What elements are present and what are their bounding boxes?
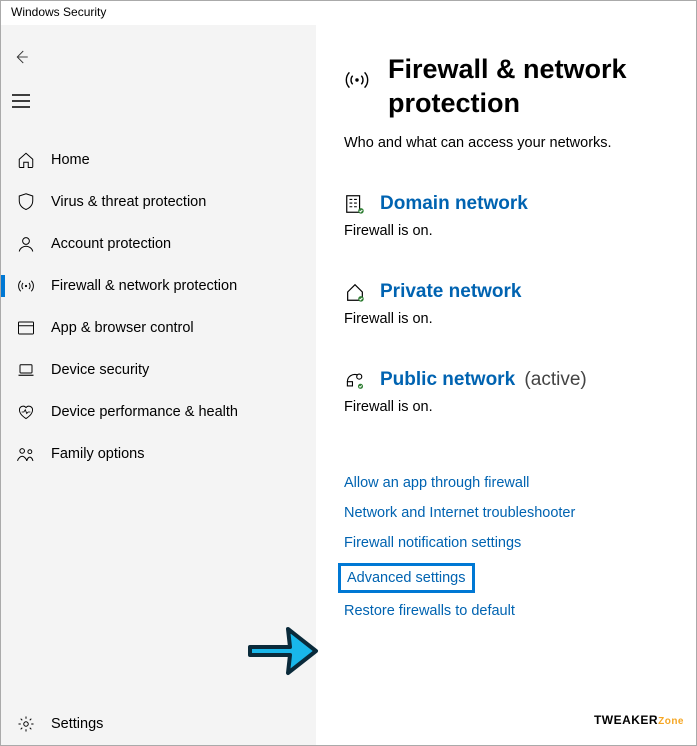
- sidebar-item-appbrowser[interactable]: App & browser control: [1, 307, 316, 349]
- home-icon: [15, 149, 37, 171]
- network-domain[interactable]: Domain network Firewall is on.: [344, 193, 676, 239]
- link-restore-defaults[interactable]: Restore firewalls to default: [344, 603, 515, 619]
- domain-network-icon: [344, 193, 366, 215]
- network-status: Firewall is on.: [344, 399, 676, 415]
- antenna-icon: [15, 275, 37, 297]
- sidebar-item-account[interactable]: Account protection: [1, 223, 316, 265]
- hamburger-icon: [12, 94, 30, 108]
- sidebar-item-label: Account protection: [51, 236, 171, 252]
- sidebar: Home Virus & threat protection Account p…: [1, 25, 316, 745]
- sidebar-item-label: App & browser control: [51, 320, 194, 336]
- family-icon: [15, 443, 37, 465]
- back-button[interactable]: [1, 39, 41, 75]
- link-notification-settings[interactable]: Firewall notification settings: [344, 535, 521, 551]
- network-active-suffix: (active): [519, 369, 587, 390]
- watermark-b: Zone: [658, 716, 684, 727]
- network-title: Domain network: [380, 193, 528, 215]
- private-network-icon: [344, 281, 366, 303]
- links-section: Allow an app through firewall Network an…: [344, 475, 676, 619]
- main-panel: Firewall & network protection Who and wh…: [316, 25, 696, 745]
- sidebar-item-label: Virus & threat protection: [51, 194, 206, 210]
- sidebar-item-device-security[interactable]: Device security: [1, 349, 316, 391]
- watermark-a: TWEAKER: [594, 713, 658, 727]
- link-advanced-settings[interactable]: Advanced settings: [338, 563, 475, 593]
- laptop-icon: [15, 359, 37, 381]
- link-troubleshooter[interactable]: Network and Internet troubleshooter: [344, 505, 575, 521]
- link-allow-app[interactable]: Allow an app through firewall: [344, 475, 529, 491]
- sidebar-item-firewall[interactable]: Firewall & network protection: [1, 265, 316, 307]
- back-arrow-icon: [12, 48, 30, 66]
- network-title: Private network: [380, 281, 522, 303]
- sidebar-item-virus[interactable]: Virus & threat protection: [1, 181, 316, 223]
- sidebar-item-label: Family options: [51, 446, 144, 462]
- network-public[interactable]: Public network (active) Firewall is on.: [344, 369, 676, 415]
- heart-icon: [15, 401, 37, 423]
- network-status: Firewall is on.: [344, 311, 676, 327]
- network-title: Public network: [380, 369, 515, 390]
- antenna-large-icon: [344, 67, 370, 93]
- sidebar-item-home[interactable]: Home: [1, 139, 316, 181]
- sidebar-item-label: Home: [51, 152, 90, 168]
- sidebar-item-label: Device security: [51, 362, 149, 378]
- sidebar-item-label: Firewall & network protection: [51, 278, 237, 294]
- page-description: Who and what can access your networks.: [344, 135, 676, 151]
- browser-icon: [15, 317, 37, 339]
- window-title: Windows Security: [1, 1, 696, 25]
- sidebar-item-performance[interactable]: Device performance & health: [1, 391, 316, 433]
- hamburger-menu-button[interactable]: [1, 81, 41, 121]
- nav-list: Home Virus & threat protection Account p…: [1, 139, 316, 703]
- network-status: Firewall is on.: [344, 223, 676, 239]
- public-network-icon: [344, 369, 366, 391]
- sidebar-item-family[interactable]: Family options: [1, 433, 316, 475]
- watermark: TWEAKERZone: [594, 713, 684, 727]
- sidebar-item-label: Device performance & health: [51, 404, 238, 420]
- network-private[interactable]: Private network Firewall is on.: [344, 281, 676, 327]
- person-icon: [15, 233, 37, 255]
- sidebar-item-label: Settings: [51, 716, 103, 732]
- page-title: Firewall & network protection: [388, 53, 676, 121]
- shield-icon: [15, 191, 37, 213]
- sidebar-item-settings[interactable]: Settings: [1, 703, 316, 745]
- gear-icon: [15, 713, 37, 735]
